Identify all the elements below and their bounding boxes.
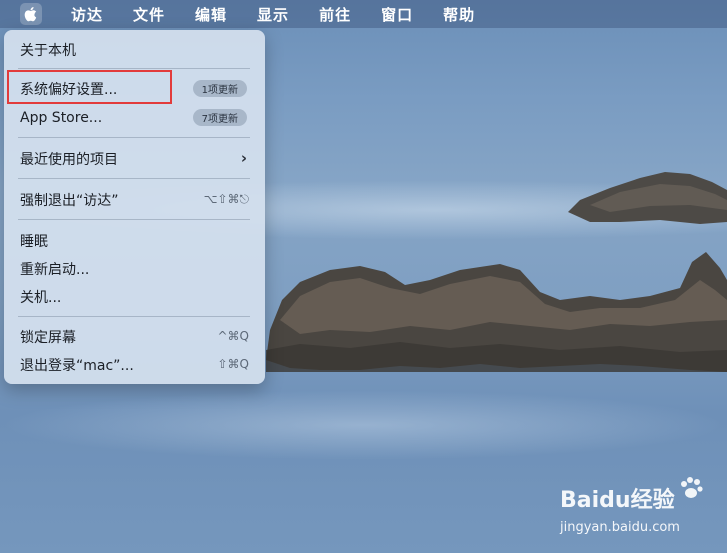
baidu-jingyan-watermark: Baidu经验 jingyan.baidu.com xyxy=(560,477,720,542)
apple-logo-icon[interactable] xyxy=(20,3,42,25)
menu-item-label: 锁定屏幕 xyxy=(20,330,76,346)
menu-separator xyxy=(18,219,250,220)
desktop: 访达 文件 编辑 显示 前往 窗口 帮助 关于本机 系统偏好设置... 1项更新… xyxy=(0,0,727,553)
keyboard-shortcut: ⌥⇧⌘⎋ xyxy=(203,192,249,206)
menu-item-recent-items[interactable]: 最近使用的项目 › xyxy=(4,147,265,171)
menu-item-restart[interactable]: 重新启动... xyxy=(4,257,265,281)
watermark-url: jingyan.baidu.com xyxy=(560,520,680,535)
menu-item-label: 关机... xyxy=(20,290,62,306)
menu-finder[interactable]: 访达 xyxy=(56,4,118,25)
menu-item-shutdown[interactable]: 关机... xyxy=(4,285,265,309)
menu-item-label: 关于本机 xyxy=(20,43,76,59)
menu-edit[interactable]: 编辑 xyxy=(180,4,242,25)
menu-item-app-store[interactable]: App Store... 7项更新 xyxy=(4,106,265,130)
menu-bar: 访达 文件 编辑 显示 前往 窗口 帮助 xyxy=(0,0,727,28)
menu-item-force-quit[interactable]: 强制退出“访达” ⌥⇧⌘⎋ xyxy=(4,188,265,212)
menu-view[interactable]: 显示 xyxy=(242,4,304,25)
menu-separator xyxy=(18,137,250,138)
keyboard-shortcut: ⇧⌘Q xyxy=(217,357,250,371)
paw-icon xyxy=(681,477,703,498)
menu-item-about[interactable]: 关于本机 xyxy=(4,38,265,62)
keyboard-shortcut: ^⌘Q xyxy=(217,329,250,343)
chevron-right-icon: › xyxy=(240,149,247,167)
menu-separator xyxy=(18,178,250,179)
menu-item-label: 睡眠 xyxy=(20,234,48,250)
menu-item-sleep[interactable]: 睡眠 xyxy=(4,229,265,253)
apple-menu-dropdown: 关于本机 系统偏好设置... 1项更新 App Store... 7项更新 最近… xyxy=(4,30,265,384)
menu-item-label: App Store... xyxy=(20,110,103,126)
menu-separator xyxy=(18,316,250,317)
update-badge: 7项更新 xyxy=(192,109,247,126)
menu-file[interactable]: 文件 xyxy=(118,4,180,25)
menu-window[interactable]: 窗口 xyxy=(366,4,428,25)
menu-separator xyxy=(18,68,250,69)
menu-item-label: 重新启动... xyxy=(20,262,90,278)
red-highlight-box xyxy=(7,70,172,104)
menu-item-lock-screen[interactable]: 锁定屏幕 ^⌘Q xyxy=(4,325,265,349)
update-badge: 1项更新 xyxy=(192,80,247,97)
menu-item-label: 最近使用的项目 xyxy=(20,152,118,168)
menu-item-label: 强制退出“访达” xyxy=(20,193,119,209)
menu-item-logout[interactable]: 退出登录“mac”... ⇧⌘Q xyxy=(4,353,265,377)
watermark-brand: Baidu经验 xyxy=(560,488,675,513)
menu-help[interactable]: 帮助 xyxy=(428,4,490,25)
menu-go[interactable]: 前往 xyxy=(304,4,366,25)
menu-item-label: 退出登录“mac”... xyxy=(20,358,134,374)
